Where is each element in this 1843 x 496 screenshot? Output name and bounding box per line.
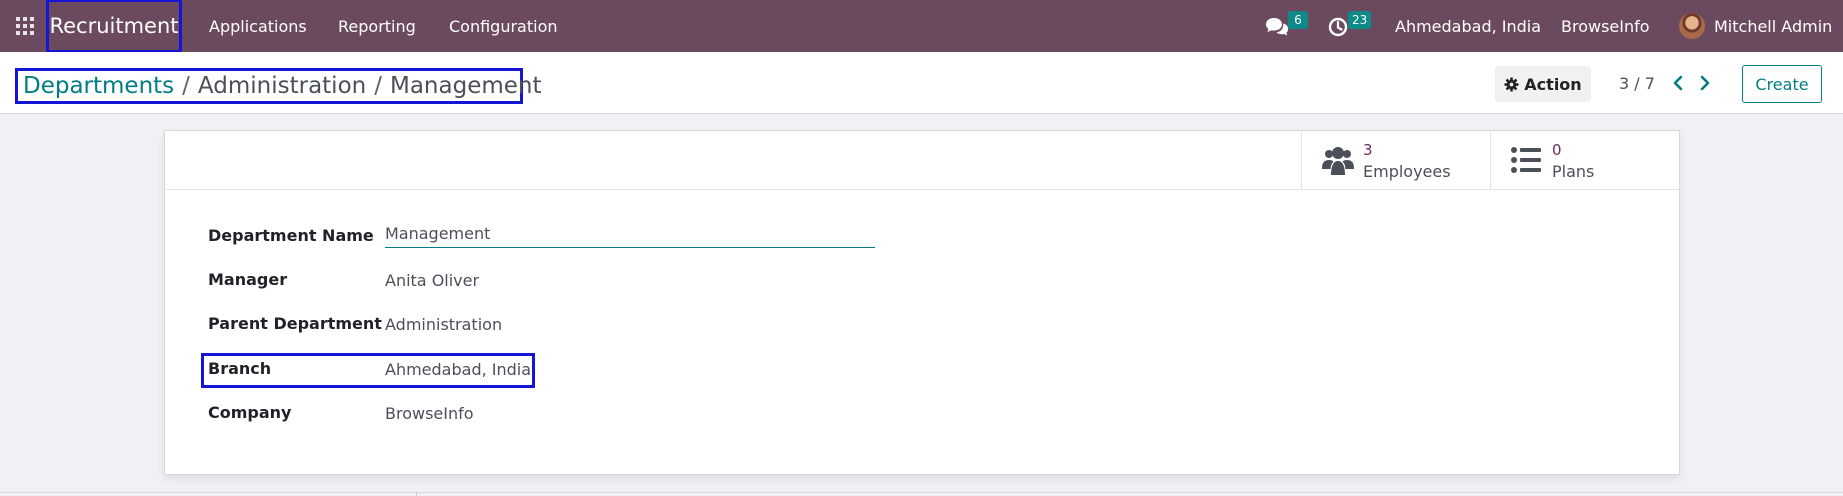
menu-configuration[interactable]: Configuration (449, 0, 558, 52)
parent-department-label: Parent Department (208, 314, 382, 333)
users-icon (1322, 146, 1354, 180)
branch-label: Branch (208, 359, 272, 378)
breadcrumb-management: Management (389, 73, 542, 99)
pager-next-icon[interactable] (1695, 72, 1715, 94)
parent-department-field[interactable]: Administration (385, 315, 502, 334)
menu-applications[interactable]: Applications (209, 0, 307, 52)
chatter-divider-tick (416, 492, 417, 496)
chat-icon[interactable] (1265, 17, 1289, 41)
employees-label: Employees (1363, 162, 1451, 181)
company-switcher[interactable]: BrowseInfo (1561, 0, 1650, 52)
breadcrumb-departments[interactable]: Departments (23, 73, 174, 99)
app-grid-icon[interactable] (16, 17, 34, 35)
pager-previous-icon[interactable] (1668, 72, 1688, 94)
gear-icon (1504, 76, 1519, 92)
smart-button-box: 3 Employees 0 Plans (165, 131, 1679, 190)
clock-icon[interactable] (1328, 17, 1348, 41)
branch-field[interactable]: Ahmedabad, India (385, 360, 531, 379)
department-name-input[interactable]: Management (385, 221, 875, 248)
breadcrumb-separator: / (374, 73, 382, 99)
breadcrumb-separator: / (182, 73, 190, 99)
pager-value[interactable]: 3 / 7 (1619, 74, 1655, 93)
form-sheet: 3 Employees 0 Plans Department Name Mana… (164, 130, 1680, 475)
plans-stat-button[interactable]: 0 Plans (1490, 131, 1679, 189)
messages-badge: 6 (1288, 11, 1308, 29)
create-button[interactable]: Create (1742, 65, 1822, 103)
manager-field[interactable]: Anita Oliver (385, 271, 479, 290)
app-name[interactable]: Recruitment (46, 0, 182, 53)
action-label: Action (1524, 74, 1582, 94)
menu-reporting[interactable]: Reporting (338, 0, 416, 52)
manager-label: Manager (208, 270, 288, 289)
plans-count: 0 (1552, 141, 1562, 159)
breadcrumb: Departments / Administration / Managemen… (15, 68, 542, 104)
list-icon (1511, 146, 1541, 178)
company-label: Company (208, 403, 292, 422)
activities-badge: 23 (1348, 11, 1372, 29)
user-avatar[interactable] (1679, 13, 1705, 39)
department-name-label: Department Name (208, 226, 374, 245)
plans-label: Plans (1552, 162, 1595, 181)
action-button[interactable]: Action (1495, 66, 1591, 102)
control-panel: Departments / Administration / Managemen… (0, 52, 1843, 114)
breadcrumb-administration: Administration (197, 73, 367, 99)
company-field[interactable]: BrowseInfo (385, 404, 474, 423)
chatter-divider (0, 492, 1843, 493)
employees-count: 3 (1363, 141, 1373, 159)
top-navbar: Recruitment Applications Reporting Confi… (0, 0, 1843, 53)
user-menu[interactable]: Mitchell Admin (1714, 0, 1832, 52)
branch-switcher[interactable]: Ahmedabad, India (1395, 0, 1541, 52)
employees-stat-button[interactable]: 3 Employees (1301, 131, 1490, 189)
